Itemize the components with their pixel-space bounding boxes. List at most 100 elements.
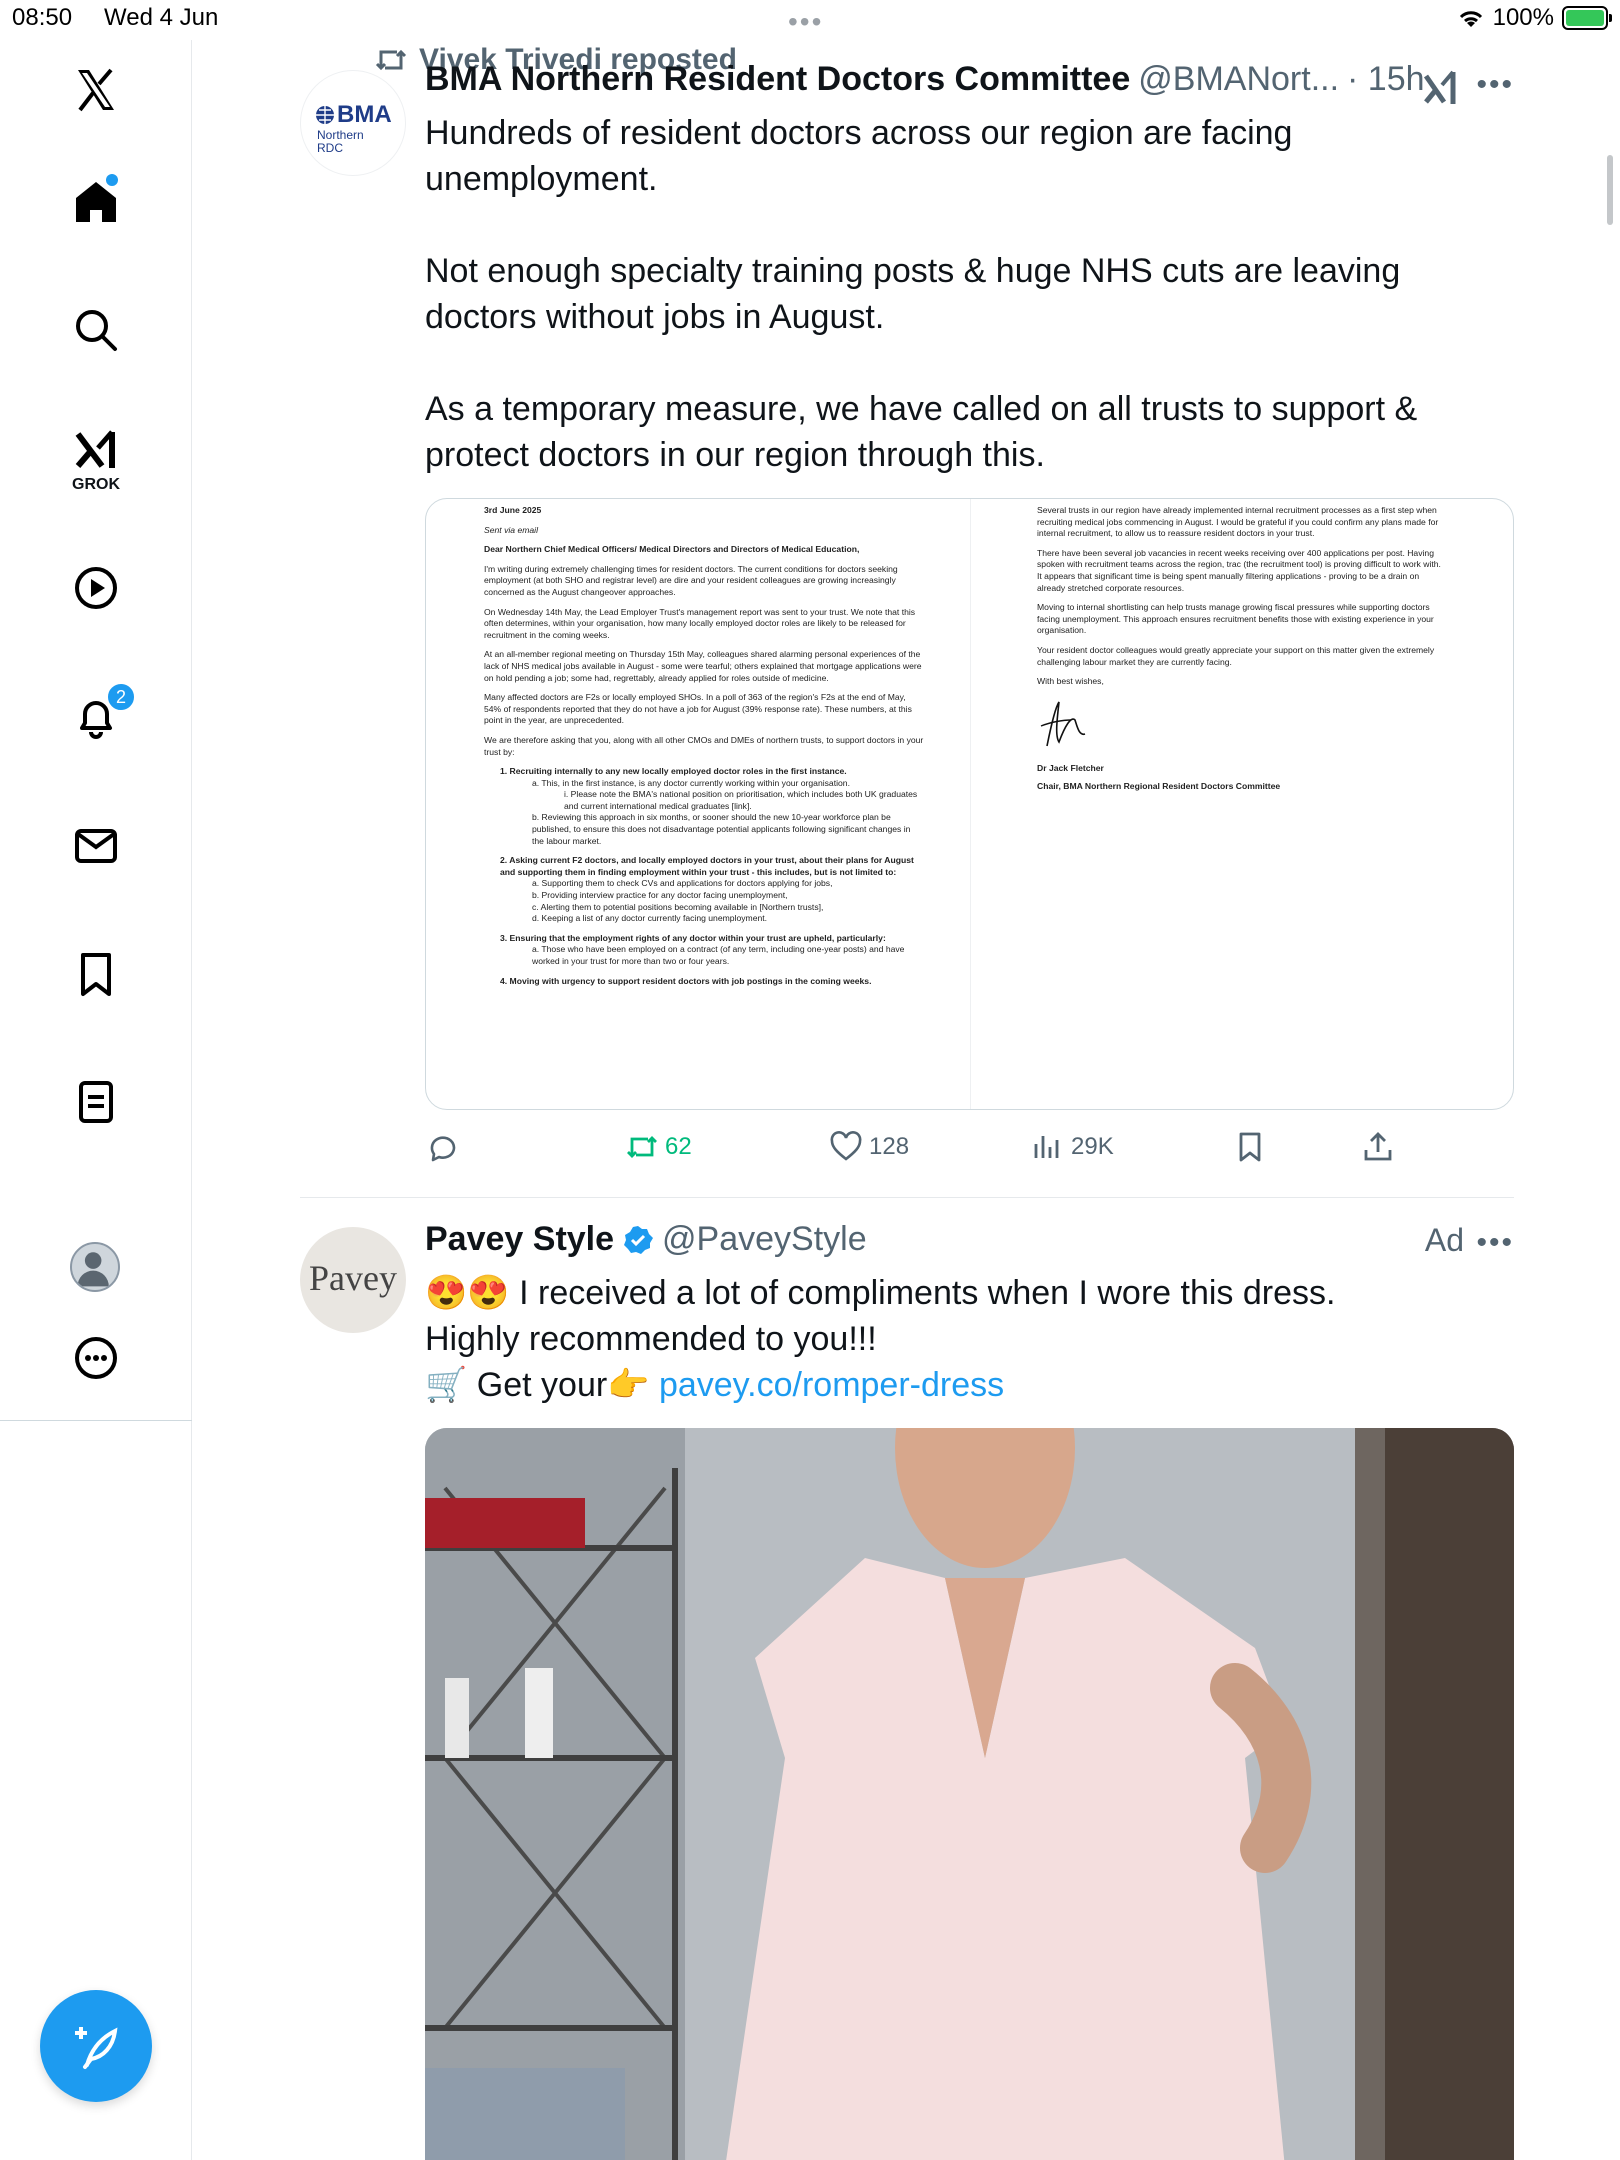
post-header: Pavey Style @PaveyStyle: [425, 1220, 867, 1259]
bma-brand: BMA: [337, 101, 392, 128]
post-time[interactable]: · 15h: [1347, 60, 1425, 99]
grok-explain-icon[interactable]: [1422, 68, 1458, 108]
letter-page-left: 3rd June 2025 Sent via email Dear Northe…: [484, 499, 924, 1109]
ad-text-line2: 🛒 Get your👉 pavey.co/romper-dress: [425, 1362, 1425, 1408]
post-body: 😍😍 I received a lot of compliments when …: [425, 1270, 1425, 1408]
letter-text: On Wednesday 14th May, the Lead Employer…: [484, 606, 916, 640]
messages-mail-icon[interactable]: [64, 814, 128, 878]
wifi-icon: [1459, 11, 1482, 27]
sidebar-divider: [0, 1420, 192, 1421]
letter-list-item: a. Supporting them to check CVs and appl…: [532, 878, 833, 889]
like-button[interactable]: 128: [829, 1130, 909, 1164]
views-chart-icon: [1034, 1136, 1059, 1158]
sidebar: GROK 2: [0, 40, 192, 2160]
status-date: Wed 4 Jun: [104, 4, 219, 31]
letter-closing: With best wishes,: [1037, 676, 1104, 687]
letter-list-item: a. This, in the first instance, is any d…: [532, 777, 850, 788]
profile-avatar[interactable]: [70, 1242, 120, 1292]
home-icon[interactable]: [64, 170, 128, 234]
ad-video[interactable]: [425, 1428, 1514, 2160]
post-divider: [300, 1197, 1514, 1198]
compose-post-button[interactable]: [40, 1990, 152, 2102]
views-count: 29K: [1071, 1133, 1114, 1160]
verified-badge-icon: [624, 1225, 654, 1254]
post-paragraph: Hundreds of resident doctors across our …: [425, 114, 1293, 198]
letter-text: There have been several job vacancies in…: [1037, 547, 1441, 593]
letter-list-item: 2. Asking current F2 doctors, and locall…: [500, 855, 914, 877]
letter-list-item: b. Providing interview practice for any …: [532, 890, 788, 901]
scrollbar[interactable]: [1607, 155, 1613, 225]
letter-list-item: 3. Ensuring that the employment rights o…: [500, 932, 886, 943]
letter-date: 3rd June 2025: [484, 505, 542, 515]
ad-label: Ad: [1424, 1222, 1464, 1258]
letter-page-right: Several trusts in our region have alread…: [1037, 499, 1447, 1109]
pavey-logo-text: Pavey: [309, 1258, 397, 1298]
video-play-icon[interactable]: [64, 556, 128, 620]
battery-percent: 100%: [1492, 4, 1554, 31]
post-more-icon[interactable]: •••: [1476, 1226, 1514, 1260]
share-button[interactable]: [1361, 1130, 1395, 1164]
pavey-avatar[interactable]: Pavey: [300, 1227, 406, 1333]
post-more-icon[interactable]: •••: [1476, 68, 1514, 102]
letter-list-item: c. Alerting them to potential positions …: [532, 901, 824, 912]
battery-icon: [1562, 6, 1612, 30]
letter-sent: Sent via email: [484, 524, 538, 535]
author-handle[interactable]: @PaveyStyle: [662, 1220, 867, 1259]
ad-video-frame: [425, 1428, 1514, 2160]
letter-list-item: i. Please note the BMA's national positi…: [564, 789, 918, 811]
letter-text: At an all-member regional meeting on Thu…: [484, 649, 922, 683]
letter-text: Several trusts in our region have alread…: [1037, 505, 1439, 539]
grok-label: GROK: [72, 476, 120, 493]
repost-icon: [375, 49, 407, 71]
status-time: 08:50: [12, 4, 73, 31]
repost-count: 62: [665, 1133, 692, 1160]
search-icon[interactable]: [64, 298, 128, 362]
more-options-icon[interactable]: [64, 1326, 128, 1390]
status-right: 100%: [1457, 4, 1612, 32]
repost-button[interactable]: 62: [625, 1130, 692, 1164]
status-bar: 08:50 Wed 4 Jun ••• 100%: [0, 0, 1620, 40]
letter-text: I'm writing during extremely challenging…: [484, 563, 898, 597]
post-paragraph: As a temporary measure, we have called o…: [425, 390, 1418, 474]
post-paragraph: Not enough specialty training posts & hu…: [425, 252, 1401, 336]
views-button[interactable]: 29K: [1031, 1130, 1114, 1164]
like-count: 128: [869, 1133, 910, 1160]
multitasking-dots-icon[interactable]: •••: [788, 6, 823, 38]
post-body: Hundreds of resident doctors across our …: [425, 110, 1425, 478]
letter-text: We are therefore asking that you, along …: [484, 734, 924, 757]
letter-text: Your resident doctor colleagues would gr…: [1037, 644, 1435, 667]
home-unread-dot: [106, 174, 118, 186]
share-icon: [1364, 1132, 1392, 1161]
letter-text: Moving to internal shortlisting can help…: [1037, 602, 1434, 636]
ad-text: 😍😍 I received a lot of compliments when …: [425, 1274, 1336, 1358]
letter-text: Many affected doctors are F2s or locally…: [484, 692, 912, 726]
bookmark-button[interactable]: [1233, 1130, 1267, 1164]
letter-list-item: 4. Moving with urgency to support reside…: [500, 975, 872, 986]
post-actions: 62 128 29K: [425, 1130, 1425, 1174]
lists-icon[interactable]: [64, 1070, 128, 1134]
heart-icon: [830, 1131, 862, 1161]
post-header: BMA Northern Resident Doctors Committee …: [425, 60, 1425, 99]
ad-link[interactable]: pavey.co/romper-dress: [659, 1366, 1004, 1404]
reply-icon: [430, 1136, 456, 1162]
ad-cta-text: 🛒 Get your👉: [425, 1366, 659, 1404]
grok-icon[interactable]: [64, 418, 128, 482]
author-name[interactable]: BMA Northern Resident Doctors Committee: [425, 60, 1130, 99]
reply-button[interactable]: [425, 1130, 459, 1164]
bma-globe-icon: [316, 106, 334, 124]
compose-feather-icon: [75, 2027, 118, 2069]
x-logo-icon[interactable]: [64, 58, 128, 122]
bma-avatar[interactable]: BMA Northern RDC: [300, 70, 406, 176]
letter-list-item: b. Reviewing this approach in six months…: [532, 812, 911, 846]
letter-list-item: d. Keeping a list of any doctor currentl…: [532, 913, 768, 924]
letter-salutation: Dear Northern Chief Medical Officers/ Me…: [484, 544, 860, 555]
letter-signer: Dr Jack Fletcher: [1037, 763, 1104, 774]
bookmark-icon: [1239, 1132, 1261, 1162]
author-name[interactable]: Pavey Style: [425, 1220, 614, 1259]
author-handle[interactable]: @BMANort...: [1138, 60, 1339, 99]
letter-image[interactable]: 3rd June 2025 Sent via email Dear Northe…: [425, 498, 1514, 1110]
letter-list-item: 1. Recruiting internally to any new loca…: [500, 766, 847, 777]
bma-sub2: RDC: [317, 141, 343, 155]
bookmarks-icon[interactable]: [64, 942, 128, 1006]
letter-page-divider: [970, 499, 971, 1109]
